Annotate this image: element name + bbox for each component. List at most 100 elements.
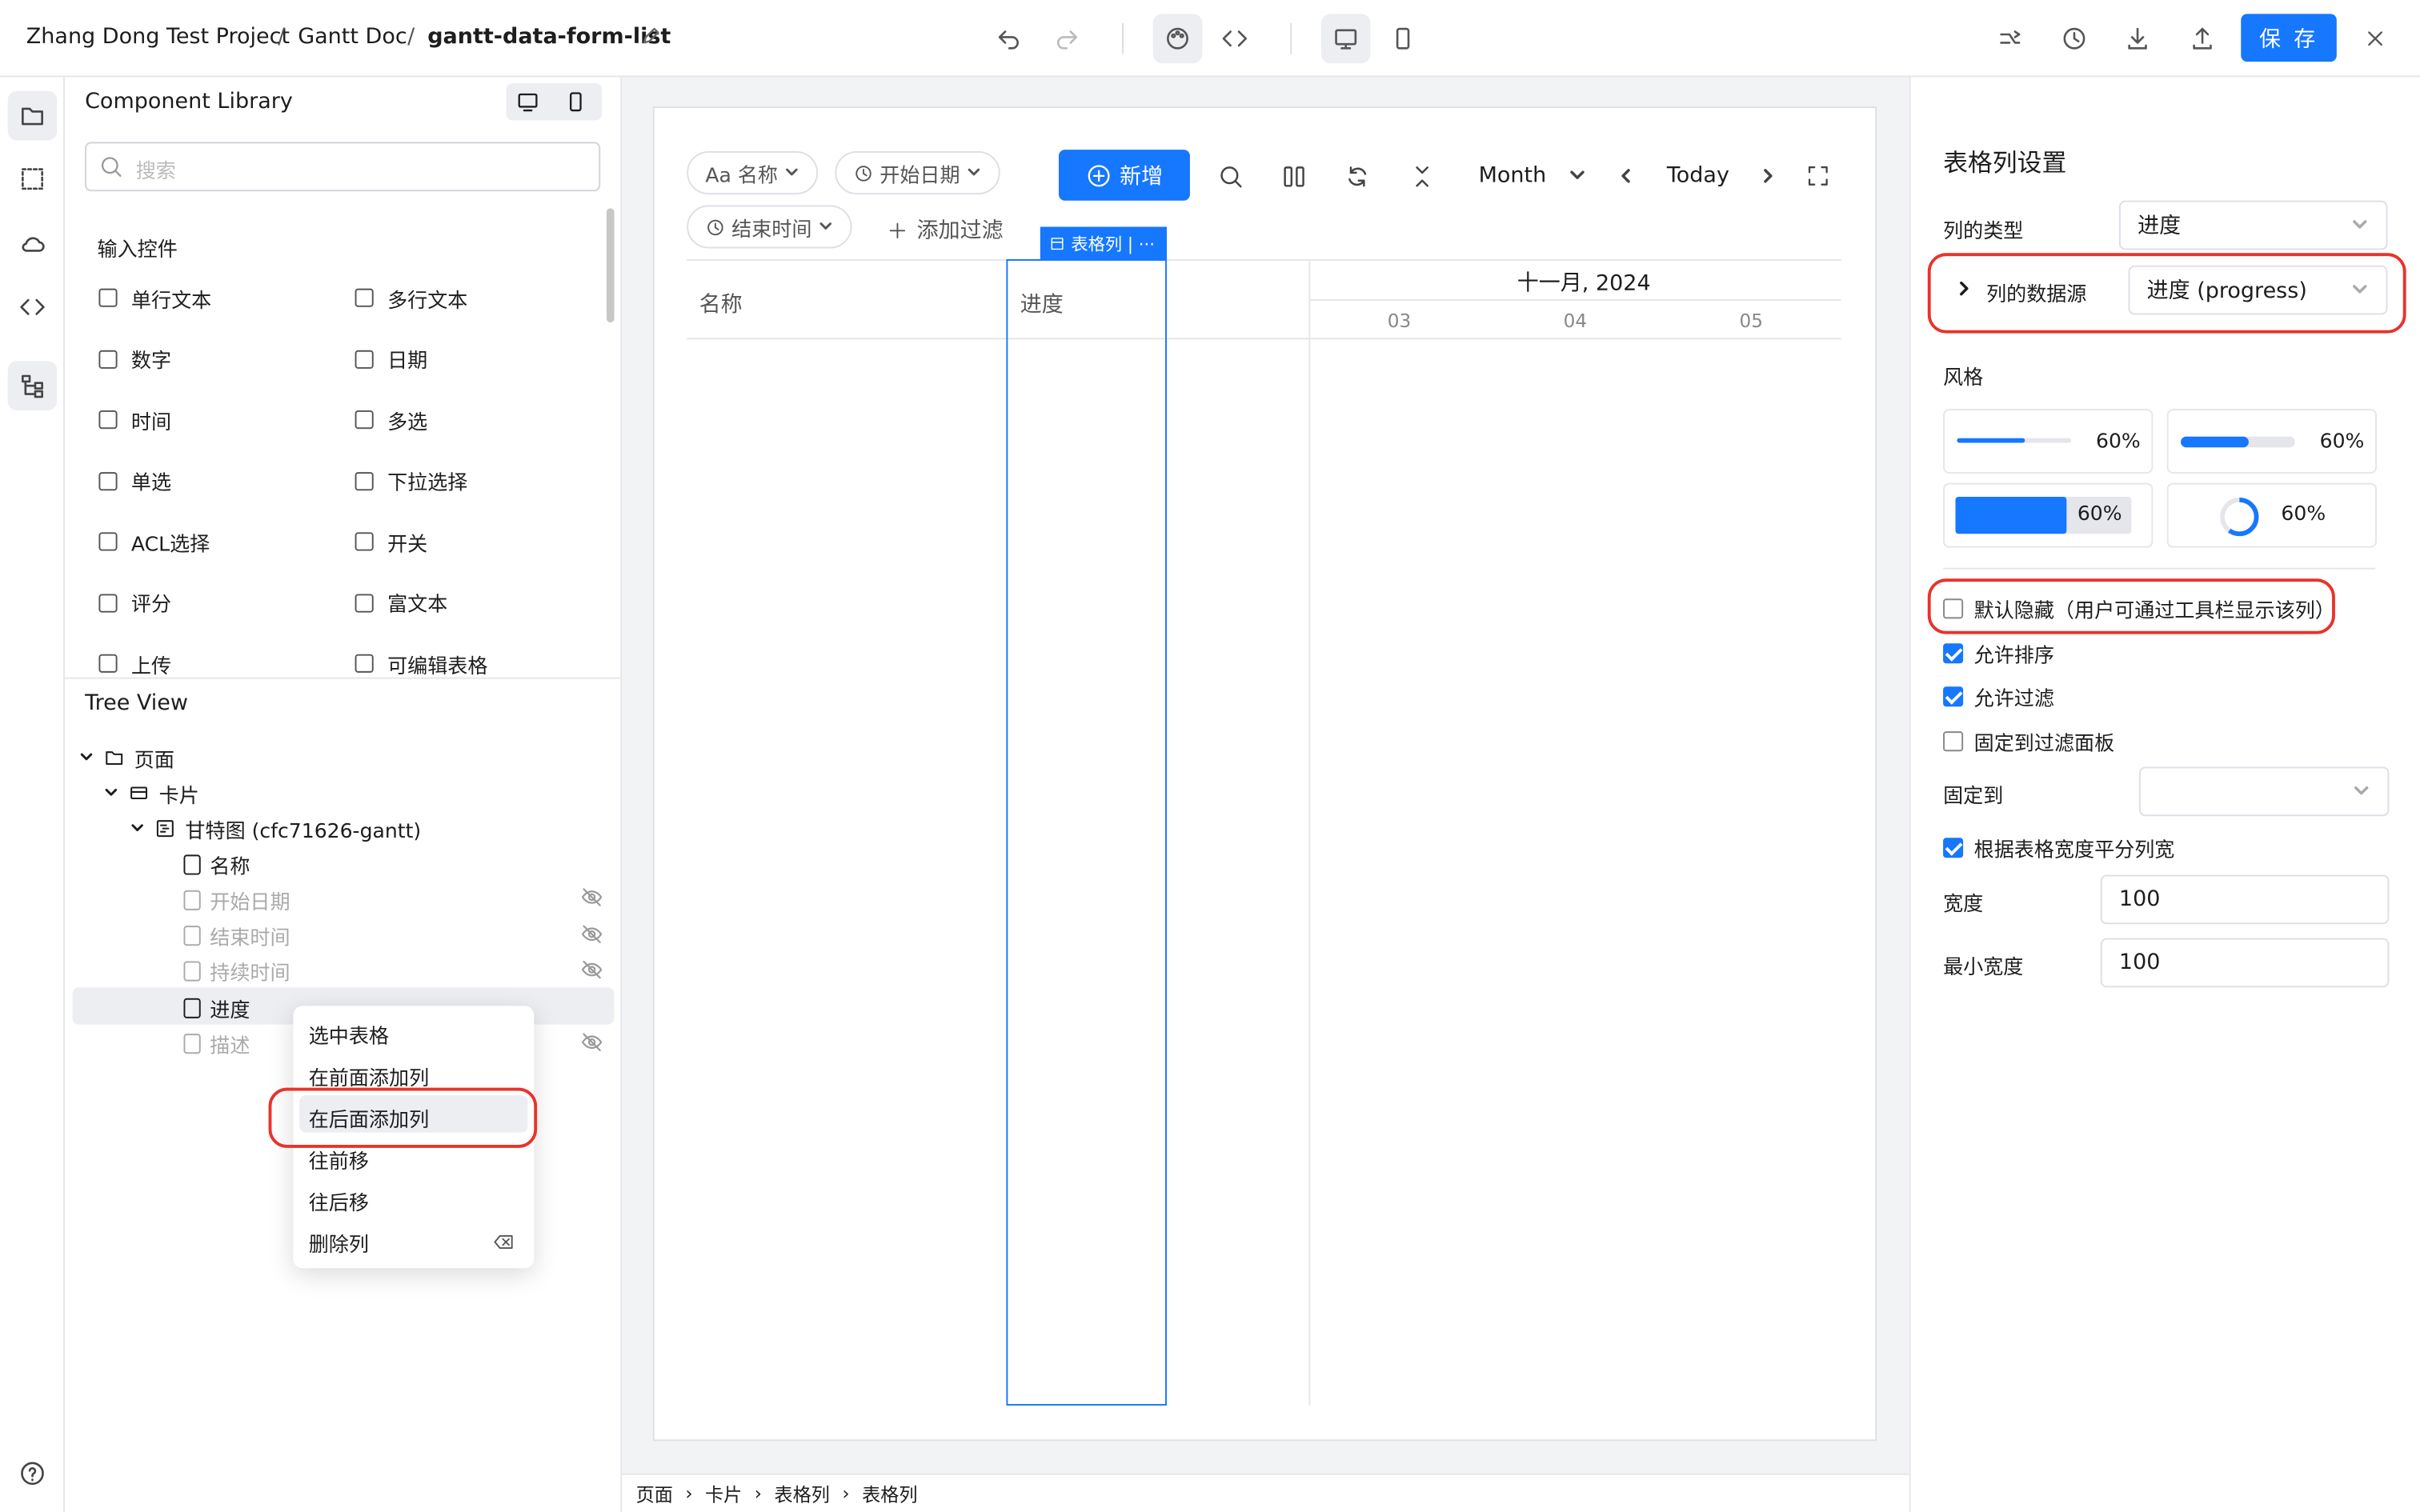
breadcrumb-item[interactable]: 表格列 — [774, 1480, 829, 1506]
desktop-view-icon[interactable] — [1320, 14, 1371, 64]
style-option-block[interactable]: 60% — [1943, 482, 2154, 548]
clock-icon — [855, 165, 871, 181]
column-header-name[interactable]: 名称 — [699, 289, 743, 320]
checkbox — [1943, 686, 1964, 707]
tree-node-page[interactable]: 页面 — [78, 741, 174, 774]
component-item[interactable]: 日期 — [355, 343, 427, 374]
save-button[interactable]: 保 存 — [2241, 14, 2337, 62]
breadcrumb-project[interactable]: Zhang Dong Test Project — [26, 25, 290, 50]
component-item[interactable]: 富文本 — [355, 587, 447, 618]
data-source-select[interactable]: 进度 (progress) — [2128, 265, 2388, 315]
component-item[interactable]: 单行文本 — [98, 282, 211, 314]
history-icon[interactable] — [2049, 14, 2099, 63]
equal-width-checkbox[interactable]: 根据表格宽度平分列宽 — [1943, 833, 2174, 862]
breadcrumb-item[interactable]: 表格列 — [862, 1480, 917, 1506]
component-item[interactable]: 时间 — [98, 404, 171, 435]
undo-icon[interactable] — [984, 14, 1034, 63]
component-item[interactable]: 单选 — [98, 465, 171, 496]
option-checkbox[interactable]: 默认隐藏（用户可通过工具栏显示该列） — [1943, 594, 2335, 623]
page-title[interactable]: gantt-data-form-list — [427, 25, 671, 50]
breadcrumb-item[interactable]: 卡片 — [705, 1480, 742, 1506]
filter-start-date[interactable]: 开始日期 — [835, 150, 1000, 194]
scrollbar[interactable] — [606, 208, 615, 323]
component-item[interactable]: 多行文本 — [355, 282, 467, 314]
style-option-thin-bar[interactable]: 60% — [1943, 409, 2154, 474]
context-menu-item[interactable]: 往后移 — [309, 1183, 369, 1217]
columns-icon[interactable] — [1276, 159, 1310, 193]
component-item[interactable]: 开关 — [355, 526, 427, 558]
collapse-icon[interactable] — [1404, 159, 1438, 193]
column-type-select[interactable]: 进度 — [2118, 200, 2388, 250]
redo-icon[interactable] — [1042, 14, 1092, 63]
eye-off-icon[interactable] — [580, 886, 603, 910]
component-item[interactable]: 下拉选择 — [355, 465, 467, 496]
palette-icon[interactable] — [1152, 14, 1203, 64]
code-icon[interactable] — [8, 282, 58, 332]
component-item[interactable]: 可编辑表格 — [355, 648, 487, 679]
option-checkbox[interactable]: 允许排序 — [1943, 638, 2054, 668]
component-item[interactable]: 评分 — [98, 587, 171, 618]
option-checkbox[interactable]: 固定到过滤面板 — [1943, 726, 2114, 756]
width-input[interactable]: 100 — [2100, 874, 2390, 925]
chevron-left-icon[interactable] — [1609, 159, 1643, 193]
today-button[interactable]: Today — [1667, 163, 1729, 188]
component-search[interactable]: 搜索 — [85, 142, 601, 192]
style-option-ring[interactable]: 60% — [2166, 482, 2377, 548]
component-item[interactable]: 上传 — [98, 648, 171, 679]
tree-structure-icon[interactable] — [7, 361, 58, 410]
eye-off-icon[interactable] — [580, 958, 603, 981]
tree-node-column[interactable]: 描述 — [183, 1026, 250, 1060]
chevron-right-icon[interactable] — [1750, 159, 1784, 193]
component-icon — [355, 410, 374, 430]
select-area-icon[interactable] — [8, 154, 58, 204]
add-new-button[interactable]: 新增 — [1058, 150, 1190, 201]
eye-off-icon[interactable] — [580, 922, 603, 946]
option-checkbox[interactable]: 允许过滤 — [1943, 682, 2054, 711]
add-filter-button[interactable]: 添加过滤 — [887, 214, 1004, 246]
tree-node-card[interactable]: 卡片 — [103, 776, 199, 810]
component-icon — [355, 471, 374, 490]
component-item[interactable]: ACL选择 — [98, 526, 210, 558]
tree-node-column[interactable]: 名称 — [183, 847, 250, 881]
refresh-icon[interactable] — [1340, 159, 1373, 193]
help-icon[interactable] — [8, 1449, 58, 1498]
close-icon[interactable] — [2350, 14, 2400, 63]
split-icon[interactable] — [1985, 14, 2034, 63]
tree-node-column[interactable]: 开始日期 — [183, 883, 290, 917]
group-title: 输入控件 — [97, 238, 178, 262]
breadcrumb-item[interactable]: 页面 — [636, 1480, 673, 1506]
fixed-to-select[interactable] — [2138, 766, 2390, 817]
column-tag[interactable]: 表格列 | ··· — [1040, 226, 1167, 259]
mobile-icon[interactable] — [563, 90, 588, 114]
download-icon[interactable] — [2113, 14, 2162, 63]
tree-node-column[interactable]: 持续时间 — [183, 955, 290, 989]
view-mode-select[interactable]: Month — [1479, 163, 1547, 188]
style-option-thick-bar[interactable]: 60% — [2166, 409, 2377, 474]
chevron-right-icon[interactable] — [1954, 279, 1973, 298]
filter-end-time[interactable]: 结束时间 — [687, 205, 852, 249]
fullscreen-icon[interactable] — [1801, 159, 1835, 193]
chevron-down-icon[interactable] — [1561, 159, 1594, 193]
component-item[interactable]: 数字 — [98, 343, 171, 374]
min-width-input[interactable]: 100 — [2100, 938, 2390, 988]
breadcrumb-doc[interactable]: Gantt Doc — [298, 25, 407, 50]
mobile-view-icon[interactable] — [1378, 14, 1428, 63]
desktop-icon[interactable] — [515, 90, 540, 114]
eye-off-icon[interactable] — [580, 1030, 603, 1053]
search-icon[interactable] — [1213, 159, 1247, 193]
plus-icon — [889, 222, 906, 238]
tree-node-column[interactable]: 结束时间 — [183, 919, 290, 953]
gantt-icon — [156, 820, 174, 838]
component-item[interactable]: 多选 — [355, 404, 427, 435]
cloud-icon[interactable] — [8, 219, 58, 269]
selected-column-outline[interactable] — [1006, 258, 1167, 1406]
context-menu-item[interactable]: 选中表格 — [309, 1017, 389, 1050]
folder-icon[interactable] — [7, 90, 58, 141]
tree-node-column[interactable]: 进度 — [183, 991, 250, 1025]
filter-name[interactable]: Aa 名称 — [687, 150, 819, 194]
edit-icon[interactable] — [640, 26, 660, 46]
code-icon[interactable] — [1210, 14, 1260, 63]
upload-icon[interactable] — [2178, 14, 2227, 63]
tree-node-gantt[interactable]: 甘特图 (cfc71626-gantt) — [130, 811, 421, 845]
context-menu-item[interactable]: 删除列 — [309, 1225, 369, 1258]
